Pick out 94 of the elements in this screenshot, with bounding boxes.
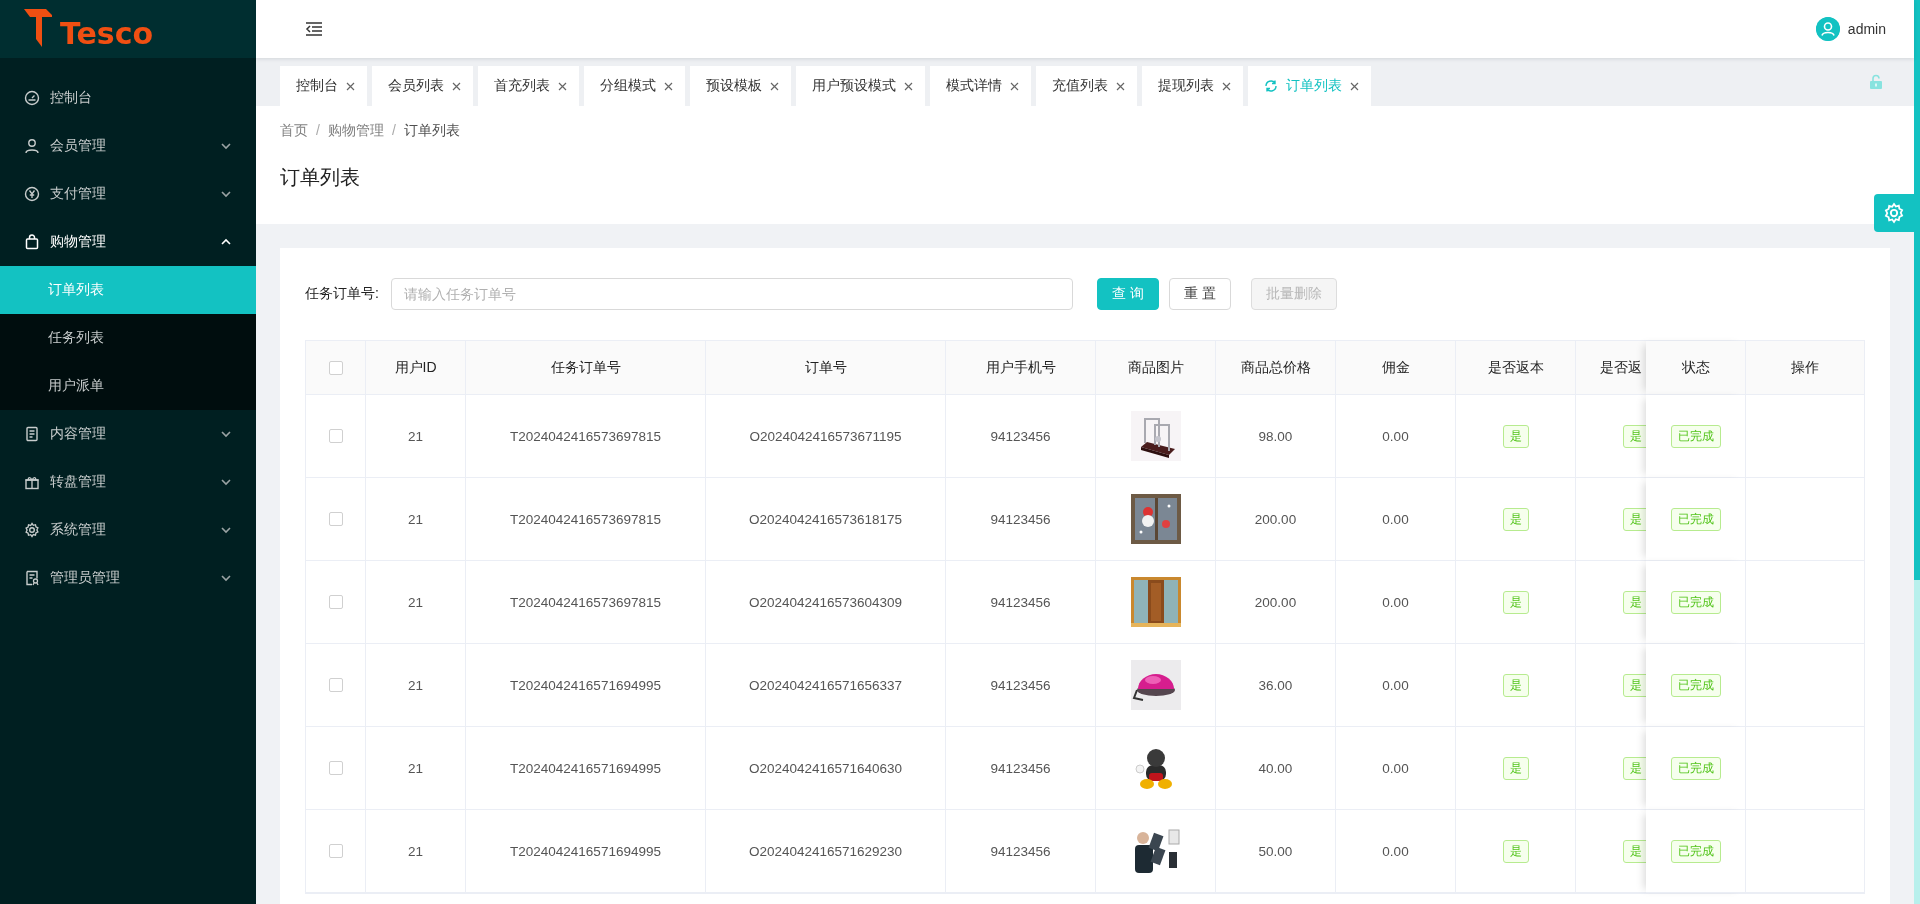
yes-tag: 是 — [1623, 756, 1649, 780]
yes-tag: 是 — [1502, 756, 1529, 780]
page-title: 订单列表 — [280, 165, 361, 190]
table-cell: 94123456 — [990, 511, 1051, 527]
sidebar-item[interactable]: 购物管理 — [0, 218, 256, 266]
table-cell: 21 — [408, 594, 423, 610]
table-cell: 21 — [408, 677, 423, 693]
sidebar-item[interactable]: 管理员管理 — [0, 554, 256, 602]
table-cell: O2024042416571629230 — [748, 843, 903, 859]
breadcrumb-separator: / — [316, 122, 320, 140]
order-number-field[interactable]: 请输入任务订单号 — [390, 278, 1073, 310]
breadcrumb-separator: / — [391, 122, 396, 140]
table-cell: 94123456 — [990, 677, 1051, 693]
table-cell: 0.00 — [1382, 594, 1409, 610]
sidebar-item[interactable]: 内容管理 — [0, 410, 256, 458]
tab[interactable]: 控制台 — [280, 66, 367, 106]
yes-tag: 是 — [1502, 673, 1529, 697]
table-cell: 200.00 — [1254, 511, 1297, 527]
table-cell: 50.00 — [1258, 843, 1293, 859]
yes-tag: 是 — [1502, 507, 1529, 531]
table-cell: 21 — [408, 760, 423, 776]
status-tag: 已完成 — [1670, 756, 1721, 780]
table-cell: O2024042416573671195 — [749, 428, 902, 444]
table-cell: 0.00 — [1382, 511, 1409, 527]
search-label: 任务订单号: — [305, 285, 379, 303]
table-cell: O2024042416571656337 — [748, 677, 903, 693]
yes-tag: 是 — [1623, 590, 1649, 614]
sidebar-item[interactable]: 会员管理 — [0, 122, 256, 170]
table-cell: O2024042416571640630 — [748, 760, 903, 776]
table-cell: 40.00 — [1258, 760, 1293, 776]
table-cell: 36.00 — [1258, 677, 1293, 693]
sidebar-subitem[interactable]: 用户派单 — [0, 362, 256, 410]
yes-tag: 是 — [1623, 424, 1649, 448]
tab[interactable]: 模式详情 — [930, 66, 1031, 106]
table-cell: 94123456 — [990, 760, 1051, 776]
table-cell: 0.00 — [1382, 843, 1409, 859]
column-header: 商品图片 — [1127, 358, 1184, 377]
table-cell: T2024042416571694995 — [510, 677, 661, 693]
column-header: 佣金 — [1381, 358, 1410, 377]
table-cell: 21 — [408, 511, 423, 527]
table-cell: 200.00 — [1254, 594, 1297, 610]
yes-tag: 是 — [1623, 839, 1649, 863]
logo-text: Tesco — [60, 15, 154, 51]
column-header: 订单号 — [804, 358, 847, 377]
column-header: 用户手机号 — [985, 358, 1056, 377]
status-tag: 已完成 — [1670, 839, 1721, 863]
sidebar-item[interactable]: 系统管理 — [0, 506, 256, 554]
table-cell: T2024042416573697815 — [510, 594, 661, 610]
yes-tag: 是 — [1502, 424, 1529, 448]
tab[interactable]: 充值列表 — [1036, 66, 1137, 106]
table-cell: 94123456 — [990, 843, 1051, 859]
table-cell: T2024042416573697815 — [510, 428, 661, 444]
table-cell: O2024042416573618175 — [748, 511, 903, 527]
tab[interactable]: 提现列表 — [1142, 66, 1243, 106]
table-cell: T2024042416571694995 — [510, 843, 661, 859]
breadcrumb-link[interactable]: 购物管理 — [327, 122, 384, 140]
table-cell: 94123456 — [990, 428, 1051, 444]
breadcrumb-link[interactable]: 首页 — [280, 122, 308, 140]
yes-tag: 是 — [1502, 590, 1529, 614]
reset-button[interactable]: 重 置 — [1168, 278, 1231, 310]
table-cell: O2024042416573604309 — [748, 594, 903, 610]
table-cell: 21 — [408, 428, 423, 444]
tab[interactable]: 会员列表 — [372, 66, 473, 106]
table-cell: 98.00 — [1258, 428, 1293, 444]
column-header: 任务订单号 — [550, 358, 621, 377]
table-cell: T2024042416571694995 — [510, 760, 661, 776]
column-header: 是否返本 — [1487, 358, 1544, 377]
column-header: 商品总价格 — [1240, 358, 1311, 377]
user-name[interactable]: admin — [1847, 21, 1886, 37]
yes-tag: 是 — [1623, 673, 1649, 697]
tab[interactable]: 首充列表 — [478, 66, 579, 106]
column-header: 状态 — [1681, 358, 1710, 377]
sidebar-item[interactable]: 控制台 — [0, 74, 256, 122]
tab[interactable]: 分组模式 — [584, 66, 685, 106]
column-header: 操作 — [1791, 358, 1819, 377]
sidebar-subitem[interactable]: 任务列表 — [0, 314, 256, 362]
yes-tag: 是 — [1502, 839, 1529, 863]
tab[interactable]: 用户预设模式 — [796, 66, 925, 106]
table-cell: T2024042416573697815 — [510, 511, 661, 527]
status-tag: 已完成 — [1670, 424, 1721, 448]
table-cell: 94123456 — [990, 594, 1051, 610]
status-tag: 已完成 — [1670, 673, 1721, 697]
sidebar-item[interactable]: 支付管理 — [0, 170, 256, 218]
table-cell: 0.00 — [1382, 677, 1409, 693]
column-header: 是否返 — [1600, 358, 1642, 377]
yes-tag: 是 — [1623, 507, 1649, 531]
tab[interactable]: 预设模板 — [690, 66, 791, 106]
sidebar-item[interactable]: 转盘管理 — [0, 458, 256, 506]
table-cell: 0.00 — [1382, 760, 1409, 776]
table-cell: 0.00 — [1382, 428, 1409, 444]
status-tag: 已完成 — [1670, 590, 1721, 614]
table-cell: 21 — [408, 843, 423, 859]
status-tag: 已完成 — [1670, 507, 1721, 531]
column-header: 用户ID — [394, 358, 437, 377]
